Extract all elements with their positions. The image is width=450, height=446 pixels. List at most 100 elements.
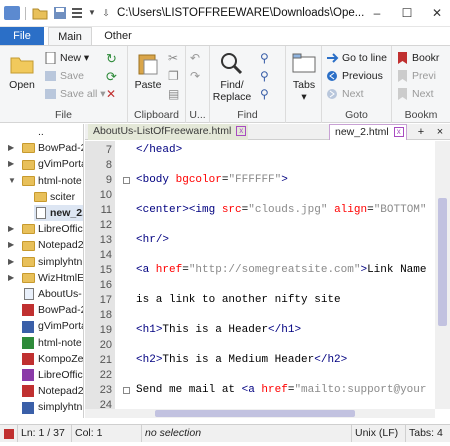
code-line[interactable]: 7</head> [85,143,435,158]
code-line[interactable]: 13<hr/> [85,233,435,248]
tab-close-icon[interactable]: x [236,126,246,136]
collapse-arrow-icon[interactable]: ▶ [8,237,14,253]
ribbon: Open New ▾ Save Save all ▾ ↻ ⟳ ✕ File Pa… [0,45,450,123]
tree-item[interactable]: sciter [34,189,75,205]
save-button[interactable]: Save [44,68,84,85]
tree-item-label: html-note [38,175,82,187]
tree-item[interactable]: WizHtmlE [22,416,84,418]
app-icon[interactable] [4,6,20,20]
code-line[interactable]: 11<center><img src="clouds.jpg" align="B… [85,203,435,218]
tree-item[interactable]: AboutUs- [22,286,82,302]
previous-button[interactable]: Previous [326,68,383,85]
code-line[interactable]: 22 [85,368,435,383]
close-tab-button[interactable]: × [431,124,449,140]
tree-item[interactable]: gVimPorta [22,318,84,334]
code-line[interactable]: 19<h1>This is a Header</h1> [85,323,435,338]
code-line[interactable]: 24 [85,398,435,409]
save-all-button[interactable]: Save all ▾ [44,86,106,103]
code-line[interactable]: 16 [85,278,435,293]
tabs-button[interactable]: Tabs▾ [288,52,320,103]
tree-item[interactable]: html-note▼ [22,173,82,189]
tab-file[interactable]: File [0,27,44,46]
tree-item[interactable]: Notepad2▶ [22,237,84,253]
close-button[interactable]: ✕ [426,0,448,26]
tree-item[interactable]: LibreOffic▶ [22,221,83,237]
undo-icon[interactable]: ↶ [190,50,200,67]
collapse-arrow-icon[interactable]: ▶ [8,221,14,237]
fold-marker-icon[interactable] [123,387,130,394]
code-line[interactable]: 10 [85,188,435,203]
open-folder-icon[interactable] [32,5,48,21]
close-file-icon[interactable]: ✕ [106,86,116,103]
maximize-button[interactable]: ☐ [396,0,418,26]
code-line[interactable]: 15<a href="http://somegreatsite.com">Lin… [85,263,435,278]
code-line[interactable]: 17is a link to another nifty site [85,293,435,308]
reload-icon[interactable]: ↻ [106,50,117,67]
tab-new-2[interactable]: new_2.html x [329,124,407,140]
go-to-line-button[interactable]: Go to line [326,50,387,67]
horizontal-scrollbar[interactable] [85,409,435,418]
find-prev-icon[interactable]: ⚲ [260,68,269,85]
find-replace-button[interactable]: Find/ Replace [212,52,252,103]
new-button[interactable]: New ▾ [44,50,89,67]
customize-quick-access-icon[interactable]: ⇩ [98,5,114,21]
tree-item[interactable]: BowPad-2▶ [22,140,84,156]
tree-item[interactable]: .. [22,124,44,140]
bookmark-next-button[interactable]: Next [396,86,434,103]
horizontal-scroll-thumb[interactable] [155,410,355,417]
bookmark-button[interactable]: Bookr [396,50,439,67]
tree-item[interactable]: WizHtmlE▶ [22,270,84,286]
tree-item[interactable]: simplyhtn▶ [22,254,82,270]
collapse-arrow-icon[interactable]: ▶ [8,156,14,172]
vertical-scrollbar[interactable] [435,141,450,409]
tree-item[interactable]: BowPad-2 [22,302,84,318]
code-line[interactable]: 23Send me mail at <a href="mailto:suppor… [85,383,435,398]
status-tabs[interactable]: Tabs: 4 [406,425,450,442]
status-eol[interactable]: Unix (LF) [352,425,406,442]
fold-marker-icon[interactable] [123,177,130,184]
tree-item[interactable]: new_2.h [34,205,84,221]
tree-item[interactable]: html-note [22,335,82,351]
magnifier-icon [219,52,245,76]
find-in-files-icon[interactable]: ⚲ [260,86,269,103]
code-line[interactable]: 21<h2>This is a Medium Header</h2> [85,353,435,368]
find-next-icon[interactable]: ⚲ [260,50,269,67]
new-tab-button[interactable]: + [412,124,430,140]
cut-icon[interactable]: ✂ [168,50,178,67]
vertical-scroll-thumb[interactable] [438,198,447,326]
refresh-icon[interactable]: ⟳ [106,68,117,85]
expand-arrow-icon[interactable]: ▼ [8,173,16,189]
bookmark-previous-button[interactable]: Previ [396,68,436,85]
redo-icon[interactable]: ↷ [190,68,200,85]
open-button[interactable]: Open [4,52,40,91]
tree-item[interactable]: LibreOffic [22,367,83,383]
paste-button[interactable]: Paste [132,52,164,91]
collapse-arrow-icon[interactable]: ▶ [8,270,14,286]
tab-label: new_2.html [335,126,389,138]
code-editor[interactable]: 7</head>89<body bgcolor="FFFFFF">1011<ce… [85,141,435,409]
copy-icon[interactable]: ❐ [168,68,179,85]
tab-other[interactable]: Other [96,27,140,46]
tab-close-icon[interactable]: x [394,127,404,137]
folder-icon [22,257,35,267]
code-line[interactable]: 8 [85,158,435,173]
tree-item[interactable]: simplyhtn [22,399,82,415]
code-line[interactable]: 9<body bgcolor="FFFFFF"> [85,173,435,188]
tree-item[interactable]: Notepad2 [22,383,84,399]
bookmark-icon [396,52,409,64]
minimize-button[interactable]: – [366,0,388,26]
tab-main[interactable]: Main [48,27,92,46]
tab-aboutus[interactable]: AboutUs-ListOfFreeware.htmlx [88,124,248,140]
code-line[interactable]: 20 [85,338,435,353]
save-icon[interactable] [52,5,68,21]
next-button[interactable]: Next [326,86,364,103]
code-line[interactable]: 12 [85,218,435,233]
collapse-arrow-icon[interactable]: ▶ [8,140,14,156]
tree-item[interactable]: KompoZe [22,351,84,367]
collapse-arrow-icon[interactable]: ▶ [8,254,14,270]
code-line[interactable]: 14 [85,248,435,263]
file-tree[interactable]: ..BowPad-2▶gVimPorta▶html-note▼sciternew… [0,124,84,418]
format-icon[interactable]: ▤ [168,86,179,103]
tree-item[interactable]: gVimPorta▶ [22,156,84,172]
code-line[interactable]: 18 [85,308,435,323]
